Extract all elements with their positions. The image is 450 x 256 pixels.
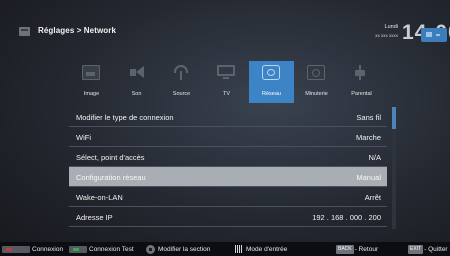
setting-value: N/A [368, 153, 381, 162]
settings-list: Modifier le type de connexion Sans fil W… [69, 107, 387, 230]
clock-icon [307, 65, 325, 80]
hint-modifier[interactable]: Modifier la section [146, 244, 210, 254]
setting-label: WiFi [76, 133, 91, 142]
tab-parental[interactable]: Parental [339, 61, 384, 103]
setting-value: Manual [356, 173, 381, 182]
network-icon [262, 65, 280, 80]
hint-mode-entree[interactable]: Mode d'entrée [235, 244, 287, 254]
setting-value: Marche [355, 133, 381, 142]
settings-menu-icon [19, 27, 30, 36]
tv-icon [421, 28, 447, 42]
tab-reseau[interactable]: Réseau [249, 61, 294, 103]
hint-retour[interactable]: BACK - Retour [336, 244, 378, 254]
setting-value: Arrêt [364, 193, 381, 202]
tab-son[interactable]: Son [114, 61, 159, 103]
scrollbar[interactable] [392, 107, 396, 229]
parental-icon [352, 65, 370, 80]
setting-value: 192 . 168 . 000 . 200 [312, 213, 381, 222]
antenna-icon [172, 65, 190, 80]
dpad-icon [146, 244, 155, 254]
hint-label: Mode d'entrée [246, 245, 288, 253]
day-label: Lundi [384, 24, 398, 30]
tab-label: Réseau [262, 91, 281, 97]
speaker-icon [127, 65, 145, 80]
hint-label: - Quitter [424, 245, 448, 253]
hint-label: Connexion Test [89, 245, 134, 253]
hint-connexion-test[interactable]: Connexion Test [69, 244, 134, 254]
hint-label: Modifier la section [158, 245, 211, 253]
setting-label: Wake-on-LAN [76, 193, 123, 202]
tab-label: Son [131, 91, 142, 97]
keypad-icon [235, 245, 243, 253]
category-tabs: Image Son Source TV Réseau Minuterie Par… [69, 61, 385, 103]
setting-value: Sans fil [356, 113, 381, 122]
tab-source[interactable]: Source [159, 61, 204, 103]
hint-label: Connexion [32, 245, 64, 253]
setting-label: Configuration réseau [76, 173, 146, 182]
image-icon [82, 65, 100, 80]
tab-label: Source [172, 91, 191, 97]
tab-label: Image [83, 91, 100, 97]
setting-wifi[interactable]: WiFi Marche [69, 127, 387, 147]
setting-network-config[interactable]: Configuration réseau Manual [69, 167, 387, 187]
footer-key-hints: Connexion Connexion Test Modifier la sec… [0, 242, 450, 256]
tv-settings-screen: Réglages > Network Lundi xx xxx xxxx 14:… [0, 0, 450, 256]
setting-label: Modifier le type de connexion [76, 113, 174, 122]
tab-label: TV [222, 91, 231, 97]
breadcrumb: Réglages > Network [38, 26, 117, 35]
hint-connexion[interactable]: Connexion [2, 244, 63, 254]
green-key-icon [69, 245, 87, 253]
setting-label: Adresse IP [76, 213, 113, 222]
setting-wake-on-lan[interactable]: Wake-on-LAN Arrêt [69, 187, 387, 207]
clock: Lundi xx xxx xxxx 14:00 [360, 21, 450, 49]
header: Réglages > Network Lundi xx xxx xxxx 14:… [0, 6, 450, 50]
date-label: xx xxx xxxx [375, 33, 398, 38]
hint-quitter[interactable]: EXIT - Quitter [408, 244, 448, 254]
scrollbar-thumb[interactable] [392, 107, 396, 129]
tab-label: Minuterie [305, 91, 328, 97]
tab-tv[interactable]: TV [204, 61, 249, 103]
tab-image[interactable]: Image [69, 61, 114, 103]
red-key-icon [2, 245, 30, 253]
exit-key-icon: EXIT [408, 244, 424, 254]
setting-access-point[interactable]: Sélect, point d'accès N/A [69, 147, 387, 167]
setting-ip-address[interactable]: Adresse IP 192 . 168 . 000 . 200 [69, 207, 387, 227]
back-key-icon: BACK [336, 244, 354, 254]
tab-minuterie[interactable]: Minuterie [294, 61, 339, 103]
tv-icon [217, 65, 235, 79]
setting-connection-type[interactable]: Modifier le type de connexion Sans fil [69, 107, 387, 127]
hint-label: - Retour [354, 245, 379, 253]
tab-label: Parental [351, 91, 372, 97]
setting-label: Sélect, point d'accès [76, 153, 145, 162]
